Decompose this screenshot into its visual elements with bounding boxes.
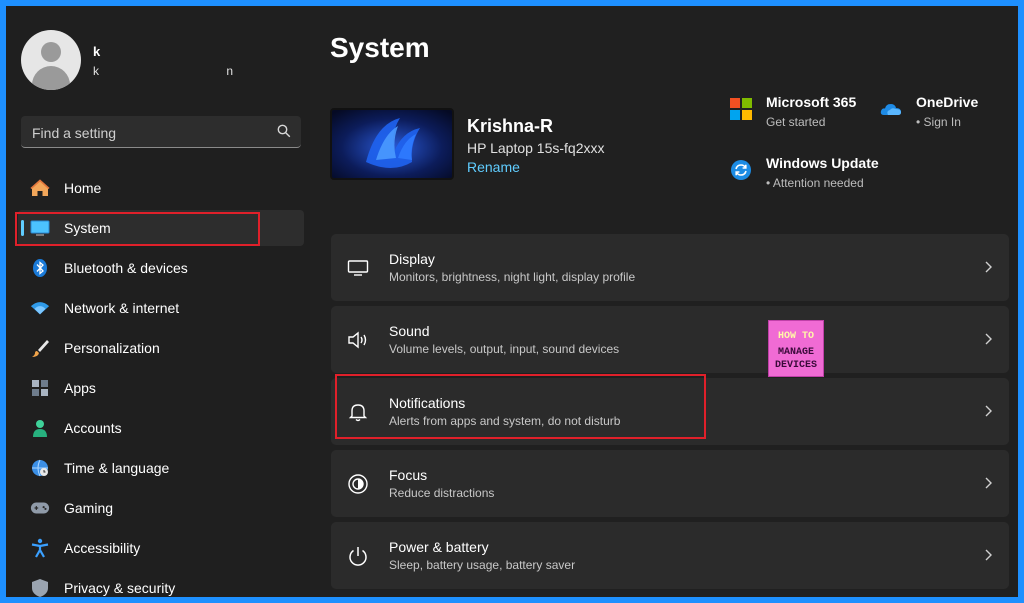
onedrive-title: OneDrive bbox=[916, 94, 979, 110]
microsoft365-tile[interactable]: Microsoft 365 Get started bbox=[730, 94, 856, 129]
page-title: System bbox=[330, 32, 430, 63]
nav-item-gaming[interactable]: Gaming bbox=[18, 490, 304, 526]
nav-item-time-language[interactable]: Time & language bbox=[18, 450, 304, 486]
nav-label-time-language: Time & language bbox=[64, 460, 170, 476]
power-battery-card[interactable]: Power & battery Sleep, battery usage, ba… bbox=[331, 522, 1009, 589]
sidebar: k k n Home System bbox=[6, 6, 310, 597]
notifications-highlight-box bbox=[335, 374, 706, 439]
chevron-right-icon bbox=[985, 549, 992, 561]
focus-card-subtitle: Reduce distractions bbox=[389, 486, 495, 500]
home-icon bbox=[30, 178, 50, 198]
speaker-icon bbox=[347, 329, 369, 351]
nav-item-apps[interactable]: Apps bbox=[18, 370, 304, 406]
chevron-right-icon bbox=[985, 333, 992, 345]
shield-icon bbox=[30, 578, 50, 597]
logo-line-3: DEVICES bbox=[775, 360, 817, 371]
brush-icon bbox=[30, 338, 50, 358]
nav-item-privacy-security[interactable]: Privacy & security bbox=[18, 570, 304, 597]
nav-label-gaming: Gaming bbox=[64, 500, 114, 516]
windows-update-subtitle: • Attention needed bbox=[766, 176, 864, 190]
update-icon bbox=[731, 160, 751, 180]
user-email-start: k bbox=[93, 64, 99, 78]
rename-link[interactable]: Rename bbox=[467, 159, 520, 175]
main-content: System Krishna-R HP Laptop 15s-fq2xxx Re… bbox=[310, 6, 1018, 597]
accessibility-icon bbox=[30, 538, 50, 558]
user-email-end: n bbox=[226, 64, 233, 78]
gamepad-icon bbox=[30, 498, 50, 518]
nav-label-network: Network & internet bbox=[64, 300, 180, 316]
user-name: k bbox=[93, 44, 101, 59]
user-email: k n bbox=[93, 64, 233, 78]
chevron-right-icon bbox=[985, 405, 992, 417]
search-box[interactable] bbox=[21, 116, 301, 149]
power-icon bbox=[347, 545, 369, 567]
focus-card[interactable]: Focus Reduce distractions bbox=[331, 450, 1009, 517]
onedrive-tile[interactable]: OneDrive • Sign In bbox=[880, 94, 978, 129]
logo-line-2: MANAGE bbox=[778, 347, 814, 358]
search-input[interactable] bbox=[21, 116, 274, 149]
nav-item-network[interactable]: Network & internet bbox=[18, 290, 304, 326]
nav-item-personalization[interactable]: Personalization bbox=[18, 330, 304, 366]
device-name: Krishna-R bbox=[467, 116, 554, 136]
monitor-icon bbox=[347, 257, 369, 279]
nav-label-privacy-security: Privacy & security bbox=[64, 580, 176, 596]
device-model: HP Laptop 15s-fq2xxx bbox=[467, 140, 605, 156]
display-card-subtitle: Monitors, brightness, night light, displ… bbox=[389, 270, 636, 284]
cloud-icon bbox=[880, 104, 901, 115]
sound-card-title: Sound bbox=[389, 323, 430, 339]
windows-update-tile[interactable]: Windows Update • Attention needed bbox=[730, 155, 879, 190]
nav-label-accounts: Accounts bbox=[64, 420, 122, 436]
nav-item-home[interactable]: Home bbox=[18, 170, 304, 206]
avatar-body bbox=[32, 66, 70, 90]
nav-label-home: Home bbox=[64, 180, 102, 196]
focus-icon bbox=[347, 473, 369, 495]
settings-window: k k n Home System bbox=[6, 6, 1018, 597]
avatar[interactable] bbox=[21, 30, 81, 90]
search-icon[interactable] bbox=[277, 124, 291, 138]
sound-card[interactable]: Sound Volume levels, output, input, soun… bbox=[331, 306, 1009, 373]
chevron-right-icon bbox=[985, 477, 992, 489]
nav-item-accounts[interactable]: Accounts bbox=[18, 410, 304, 446]
windows-update-title: Windows Update bbox=[766, 155, 879, 171]
nav-label-bluetooth: Bluetooth & devices bbox=[64, 260, 188, 276]
person-icon bbox=[30, 418, 50, 438]
power-battery-card-subtitle: Sleep, battery usage, battery saver bbox=[389, 558, 576, 572]
globe-clock-icon bbox=[30, 458, 50, 478]
power-battery-card-title: Power & battery bbox=[389, 539, 489, 555]
avatar-head bbox=[41, 42, 61, 62]
system-highlight-box bbox=[15, 212, 260, 246]
nav-item-bluetooth[interactable]: Bluetooth & devices bbox=[18, 250, 304, 286]
nav-label-personalization: Personalization bbox=[64, 340, 160, 356]
howto-manage-devices-logo: HOW TO MANAGE DEVICES bbox=[768, 320, 824, 377]
microsoft365-subtitle: Get started bbox=[766, 115, 826, 129]
bluetooth-icon bbox=[30, 258, 50, 278]
chevron-right-icon bbox=[985, 261, 992, 273]
display-card[interactable]: Display Monitors, brightness, night ligh… bbox=[331, 234, 1009, 301]
logo-line-1: HOW TO bbox=[778, 331, 814, 342]
wifi-icon bbox=[30, 298, 50, 318]
nav-item-accessibility[interactable]: Accessibility bbox=[18, 530, 304, 566]
microsoft365-title: Microsoft 365 bbox=[766, 94, 857, 110]
nav-label-apps: Apps bbox=[64, 380, 96, 396]
display-card-title: Display bbox=[389, 251, 435, 267]
device-wallpaper-thumbnail bbox=[330, 108, 454, 180]
apps-icon bbox=[30, 378, 50, 398]
microsoft-logo-icon bbox=[730, 98, 752, 120]
focus-card-title: Focus bbox=[389, 467, 428, 483]
onedrive-subtitle: • Sign In bbox=[916, 115, 961, 129]
nav-label-accessibility: Accessibility bbox=[64, 540, 141, 556]
sound-card-subtitle: Volume levels, output, input, sound devi… bbox=[389, 342, 620, 356]
